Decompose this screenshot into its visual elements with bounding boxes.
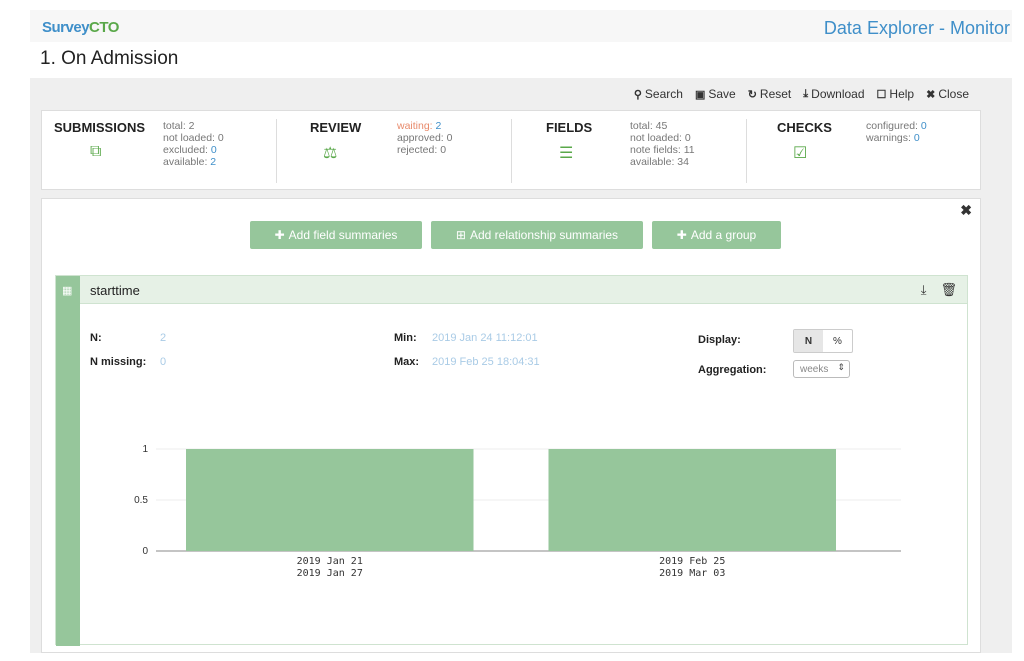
toolbar: ⚲ Search ▣ Save ↻ Reset ⤓ Download ☐ Help ✖ Cl… bbox=[634, 87, 969, 101]
n-missing-value: 0 bbox=[160, 356, 167, 368]
field-name: starttime bbox=[90, 283, 140, 298]
save-icon: ▣ bbox=[694, 88, 706, 101]
display-percent-button[interactable]: % bbox=[823, 330, 852, 352]
checkbox-icon: ☑ bbox=[793, 145, 808, 162]
x-tick-label: 2019 Jan 21 bbox=[297, 556, 363, 567]
close-button[interactable]: ✖ Close bbox=[926, 87, 969, 101]
close-icon: ✖ bbox=[926, 88, 936, 101]
card-stripe: ▦ bbox=[56, 276, 80, 646]
x-tick-label: 2019 Mar 03 bbox=[659, 568, 725, 579]
trash-icon[interactable]: 🗑 bbox=[940, 282, 957, 298]
download-button[interactable]: ⤓ Download bbox=[803, 87, 864, 101]
checks-heading: CHECKS bbox=[777, 120, 832, 135]
submissions-details: total: 2 not loaded: 0 excluded: 0 avail… bbox=[163, 120, 224, 168]
bar bbox=[548, 449, 836, 551]
review-heading: REVIEW bbox=[310, 120, 362, 135]
calendar-icon: ▦ bbox=[62, 285, 73, 297]
bar bbox=[186, 449, 474, 551]
search-icon: ⚲ bbox=[633, 88, 642, 101]
surveycto-logo: SurveyCTO bbox=[42, 19, 119, 36]
search-button[interactable]: ⚲ Search bbox=[634, 87, 683, 101]
y-tick-label: 0.5 bbox=[134, 495, 148, 506]
data-explorer-panel: ⚲ Search ▣ Save ↻ Reset ⤓ Download ☐ Help ✖ Cl… bbox=[30, 78, 1012, 653]
plus-icon: ✚ bbox=[676, 228, 687, 242]
page-title: 1. On Admission bbox=[40, 48, 179, 69]
plus-icon: ✚ bbox=[274, 228, 285, 242]
help-icon: ☐ bbox=[876, 88, 887, 101]
display-toggle: N % bbox=[793, 329, 853, 353]
submissions-heading: SUBMISSIONS bbox=[54, 120, 146, 135]
n-missing-label: N missing: bbox=[90, 356, 147, 368]
aggregation-label: Aggregation: bbox=[698, 364, 767, 376]
aggregation-select[interactable]: weeks ⇕ bbox=[793, 360, 850, 378]
close-icon[interactable]: ✖ bbox=[960, 202, 972, 219]
display-label: Display: bbox=[698, 334, 741, 346]
add-relationship-summaries-button[interactable]: ⊞ Add relationship summaries bbox=[431, 221, 643, 249]
top-bar: SurveyCTO Data Explorer - Monitor bbox=[30, 10, 1012, 42]
x-tick-label: 2019 Jan 27 bbox=[297, 568, 363, 579]
fields-details: total: 45 not loaded: 0 note fields: 11 … bbox=[630, 120, 695, 168]
max-value: 2019 Feb 25 18:04:31 bbox=[432, 356, 540, 368]
min-value: 2019 Jan 24 11:12:01 bbox=[432, 332, 538, 344]
fields-heading: FIELDS bbox=[546, 120, 593, 135]
download-icon: ⤓ bbox=[803, 87, 809, 100]
copy-icon: ⧉ bbox=[90, 143, 102, 160]
save-button[interactable]: ▣ Save bbox=[695, 87, 736, 101]
updown-icon: ⇕ bbox=[837, 362, 845, 372]
help-button[interactable]: ☐ Help bbox=[877, 87, 915, 101]
card-header: starttime ⤓ 🗑 bbox=[80, 276, 967, 304]
histogram-chart: 0 0.5 1 2019 Jan 212019 Jan 27 2019 Feb 2520… bbox=[134, 444, 901, 579]
stat-fields[interactable]: FIELDS ☰ total: 45 not loaded: 0 note fi… bbox=[512, 111, 746, 191]
n-label: N: bbox=[90, 332, 102, 344]
scale-icon: ⚖ bbox=[323, 145, 338, 162]
list-icon: ☰ bbox=[559, 145, 574, 162]
stat-review[interactable]: REVIEW ⚖ waiting: 2 approved: 0 rejected… bbox=[277, 111, 511, 191]
display-n-button[interactable]: N bbox=[794, 330, 823, 352]
y-tick-label: 1 bbox=[142, 444, 148, 455]
add-group-button[interactable]: ✚ Add a group bbox=[652, 221, 781, 249]
download-icon[interactable]: ⤓ bbox=[921, 282, 927, 298]
n-value: 2 bbox=[160, 332, 167, 344]
x-tick-label: 2019 Feb 25 bbox=[659, 556, 725, 567]
field-summary-card: ▦ starttime ⤓ 🗑 N: 2 N missing: 0 Min: 2… bbox=[55, 275, 968, 646]
stat-submissions[interactable]: SUBMISSIONS ⧉ total: 2 not loaded: 0 exc… bbox=[42, 111, 276, 191]
reset-button[interactable]: ↻ Reset bbox=[748, 87, 792, 101]
stats-bar: SUBMISSIONS ⧉ total: 2 not loaded: 0 exc… bbox=[41, 110, 981, 190]
y-tick-label: 0 bbox=[142, 546, 148, 557]
stat-checks[interactable]: CHECKS ☑ configured: 0 warnings: 0 bbox=[747, 111, 981, 191]
max-label: Max: bbox=[394, 356, 420, 368]
reset-icon: ↻ bbox=[747, 88, 757, 101]
add-field-summaries-button[interactable]: ✚ Add field summaries bbox=[250, 221, 422, 249]
app-title: Data Explorer - Monitor bbox=[823, 18, 1010, 38]
review-details: waiting: 2 approved: 0 rejected: 0 bbox=[397, 120, 453, 156]
summary-area: ✖ ✚ Add field summaries ⊞ Add relationship… bbox=[41, 198, 981, 653]
plus-square-icon: ⊞ bbox=[455, 228, 466, 242]
min-label: Min: bbox=[394, 332, 417, 344]
checks-details: configured: 0 warnings: 0 bbox=[866, 120, 927, 144]
